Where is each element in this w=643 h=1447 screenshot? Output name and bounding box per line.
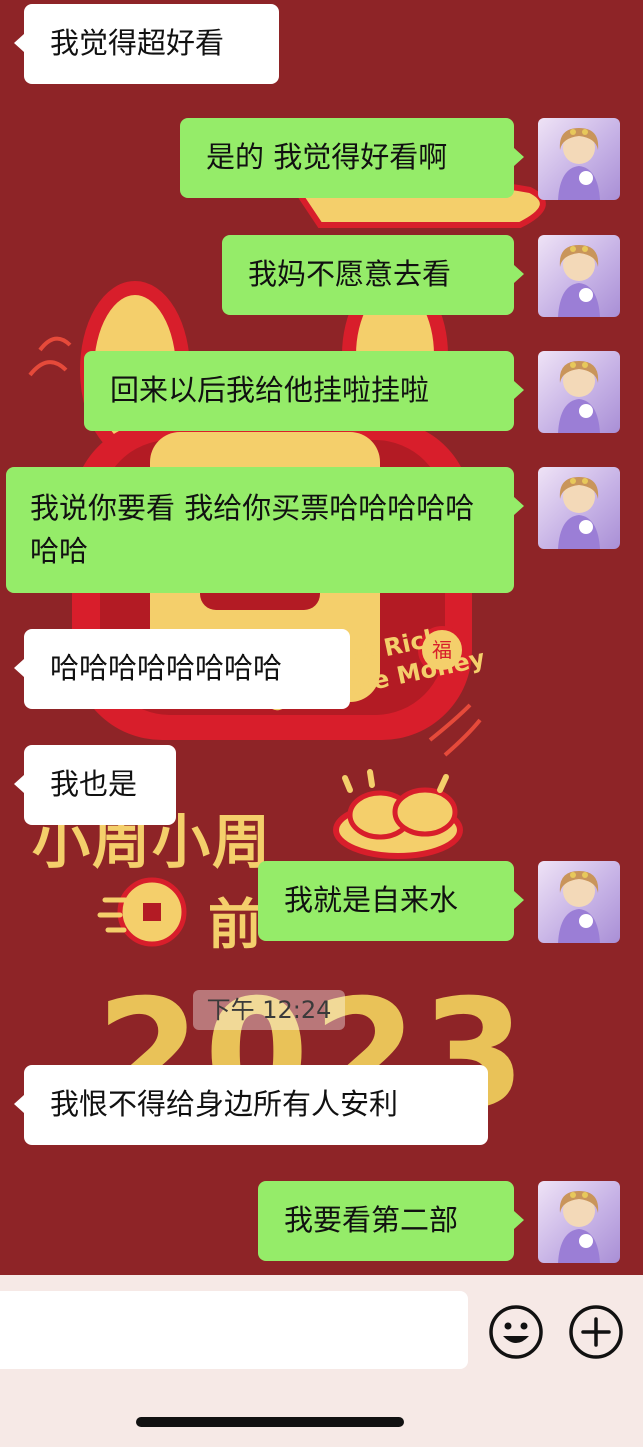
message-bubble-incoming[interactable]: 我觉得超好看 <box>24 4 279 84</box>
message-input[interactable] <box>0 1291 468 1369</box>
bubble-tail <box>514 381 524 399</box>
wallpaper-text-qian: 前 <box>208 893 262 956</box>
chat-input-bar <box>0 1275 643 1447</box>
bubble-tail <box>14 1095 24 1113</box>
message-text: 回来以后我给他挂啦挂啦 <box>110 373 430 407</box>
message-text: 我觉得超好看 <box>50 26 225 60</box>
avatar-icon <box>558 245 600 317</box>
avatar[interactable] <box>538 861 620 943</box>
bubble-tail <box>514 891 524 909</box>
message-text: 我就是自来水 <box>284 883 459 917</box>
avatar-icon <box>558 128 600 200</box>
emoji-button[interactable] <box>488 1304 544 1360</box>
message-bubble-outgoing[interactable]: 我要看第二部 <box>258 1181 514 1261</box>
bubble-tail <box>14 34 24 52</box>
plus-circle-icon <box>569 1305 623 1359</box>
bubble-tail <box>14 659 24 677</box>
message-text: 我恨不得给身边所有人安利 <box>50 1087 399 1121</box>
message-bubble-outgoing[interactable]: 我就是自来水 <box>258 861 514 941</box>
more-actions-button[interactable] <box>568 1304 624 1360</box>
message-bubble-outgoing[interactable]: 回来以后我给他挂啦挂啦 <box>84 351 514 431</box>
avatar[interactable] <box>538 235 620 317</box>
message-bubble-outgoing[interactable]: 我妈不愿意去看 <box>222 235 514 315</box>
message-text: 我要看第二部 <box>284 1203 459 1237</box>
bubble-tail <box>514 265 524 283</box>
avatar[interactable] <box>538 118 620 200</box>
bubble-tail <box>14 775 24 793</box>
avatar[interactable] <box>538 467 620 549</box>
message-text: 我说你要看 我给你买票哈哈哈哈哈哈哈 <box>30 491 475 568</box>
bubble-tail <box>514 148 524 166</box>
message-bubble-incoming[interactable]: 我恨不得给身边所有人安利 <box>24 1065 488 1145</box>
message-timestamp: 下午 12:24 <box>193 990 345 1030</box>
message-text: 是的 我觉得好看啊 <box>206 140 448 174</box>
avatar-icon <box>558 361 600 433</box>
message-bubble-incoming[interactable]: 哈哈哈哈哈哈哈哈 <box>24 629 350 709</box>
message-text: 哈哈哈哈哈哈哈哈 <box>50 651 283 685</box>
emoji-smile-icon <box>489 1305 543 1359</box>
bubble-tail <box>514 497 524 515</box>
avatar-icon <box>558 871 600 943</box>
bubble-tail <box>514 1211 524 1229</box>
message-bubble-outgoing[interactable]: 是的 我觉得好看啊 <box>180 118 514 198</box>
avatar-icon <box>558 477 600 549</box>
wallpaper-seal-text: 福 <box>432 638 452 662</box>
message-text: 我也是 <box>50 767 138 801</box>
avatar-icon <box>558 1191 600 1263</box>
avatar[interactable] <box>538 351 620 433</box>
avatar[interactable] <box>538 1181 620 1263</box>
message-text: 我妈不愿意去看 <box>248 257 452 291</box>
message-bubble-incoming[interactable]: 我也是 <box>24 745 176 825</box>
home-indicator <box>136 1417 404 1427</box>
message-bubble-outgoing[interactable]: 我说你要看 我给你买票哈哈哈哈哈哈哈 <box>6 467 514 593</box>
